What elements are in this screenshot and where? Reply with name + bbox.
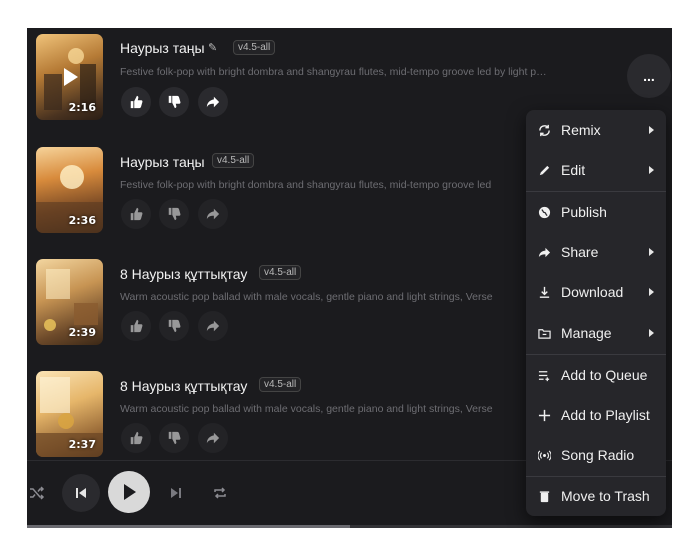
song-description: Festive folk-pop with bright dombra and … [120,66,550,78]
thumbs-up-icon [130,95,143,109]
song-description: Warm acoustic pop ballad with male vocal… [120,403,493,415]
menu-item-label: Song Radio [561,447,635,463]
song-cover[interactable]: 2:16 [36,34,103,120]
song-title[interactable]: 8 Наурыз құттықтау [120,266,247,282]
menu-item-label: Manage [561,325,612,341]
edit-title-icon[interactable]: ✎ [208,41,217,54]
shuffle-icon [30,486,45,500]
download-icon [537,285,551,299]
version-badge: v4.5-all [259,377,302,392]
share-arrow-icon [206,432,220,444]
shuffle-button[interactable] [27,481,47,505]
like-button[interactable] [121,423,151,453]
version-badge: v4.5-all [259,265,302,280]
menu-item-label: Remix [561,122,601,138]
share-arrow-icon [206,96,220,108]
menu-item-label: Edit [561,162,586,178]
previous-button[interactable] [62,474,100,512]
song-title[interactable]: Наурыз таңы [120,154,205,170]
share-button[interactable] [198,199,228,229]
thumbs-down-icon [168,207,181,221]
song-title[interactable]: 8 Наурыз құттықтау [120,378,247,394]
thumbs-down-icon [168,431,181,445]
share-icon [537,245,551,259]
more-label: ... [643,68,655,84]
repeat-icon [214,487,226,499]
progress-fill [27,525,350,528]
context-menu: Remix Edit Publish Share Download Manage… [526,110,666,516]
submenu-arrow-icon [649,126,654,134]
next-button[interactable] [164,481,188,505]
share-button[interactable] [198,311,228,341]
play-icon [124,484,136,500]
radio-icon [537,448,551,462]
song-description: Festive folk-pop with bright dombra and … [120,179,492,191]
thumbs-down-icon [168,319,181,333]
menu-item-add-to-playlist[interactable]: Add to Playlist [526,395,666,435]
remix-icon [537,123,551,137]
menu-item-label: Move to Trash [561,488,650,504]
share-button[interactable] [198,87,228,117]
song-duration: 2:36 [68,214,96,227]
repeat-button[interactable] [208,481,232,505]
like-button[interactable] [121,199,151,229]
song-duration: 2:37 [68,438,96,451]
submenu-arrow-icon [649,329,654,337]
dislike-button[interactable] [159,423,189,453]
dislike-button[interactable] [159,87,189,117]
like-button[interactable] [121,87,151,117]
song-duration: 2:39 [68,326,96,339]
menu-item-add-to-queue[interactable]: Add to Queue [526,355,666,395]
like-button[interactable] [121,311,151,341]
version-badge: v4.5-all [212,153,255,168]
pencil-icon [537,163,551,177]
play-button[interactable] [108,471,150,513]
folder-icon [537,326,551,340]
menu-item-label: Add to Playlist [561,407,650,423]
dislike-button[interactable] [159,311,189,341]
thumbs-up-icon [130,319,143,333]
song-cover[interactable]: 2:37 [36,371,103,457]
version-badge: v4.5-all [233,40,276,55]
globe-icon [537,205,551,219]
share-button[interactable] [198,423,228,453]
trash-icon [537,489,551,503]
menu-item-edit[interactable]: Edit [526,150,666,190]
song-cover[interactable]: 2:39 [36,259,103,345]
dislike-button[interactable] [159,199,189,229]
menu-item-move-to-trash[interactable]: Move to Trash [526,476,666,516]
song-list-panel: 2:16 Наурыз таңы ✎ v4.5-all Festive folk… [27,28,672,528]
song-description: Warm acoustic pop ballad with male vocal… [120,291,493,303]
menu-item-label: Share [561,244,599,260]
menu-item-label: Add to Queue [561,367,648,383]
skip-back-icon [76,488,86,498]
menu-item-label: Publish [561,204,607,220]
menu-item-publish[interactable]: Publish [526,192,666,232]
menu-item-download[interactable]: Download [526,272,666,312]
thumbs-down-icon [168,95,181,109]
submenu-arrow-icon [649,288,654,296]
more-options-button[interactable]: ... [627,54,671,98]
menu-item-song-radio[interactable]: Song Radio [526,435,666,475]
thumbs-up-icon [130,207,143,221]
submenu-arrow-icon [649,166,654,174]
song-cover[interactable]: 2:36 [36,147,103,233]
menu-item-share[interactable]: Share [526,232,666,272]
song-title[interactable]: Наурыз таңы [120,40,205,56]
song-duration: 2:16 [68,101,96,114]
progress-bar[interactable] [27,525,672,528]
queue-icon [537,368,551,382]
share-arrow-icon [206,208,220,220]
menu-item-manage[interactable]: Manage [526,313,666,353]
menu-item-label: Download [561,284,624,300]
skip-forward-icon [171,488,181,498]
play-icon[interactable] [64,68,78,86]
menu-item-remix[interactable]: Remix [526,110,666,150]
share-arrow-icon [206,320,220,332]
thumbs-up-icon [130,431,143,445]
submenu-arrow-icon [649,248,654,256]
plus-icon [537,408,551,422]
